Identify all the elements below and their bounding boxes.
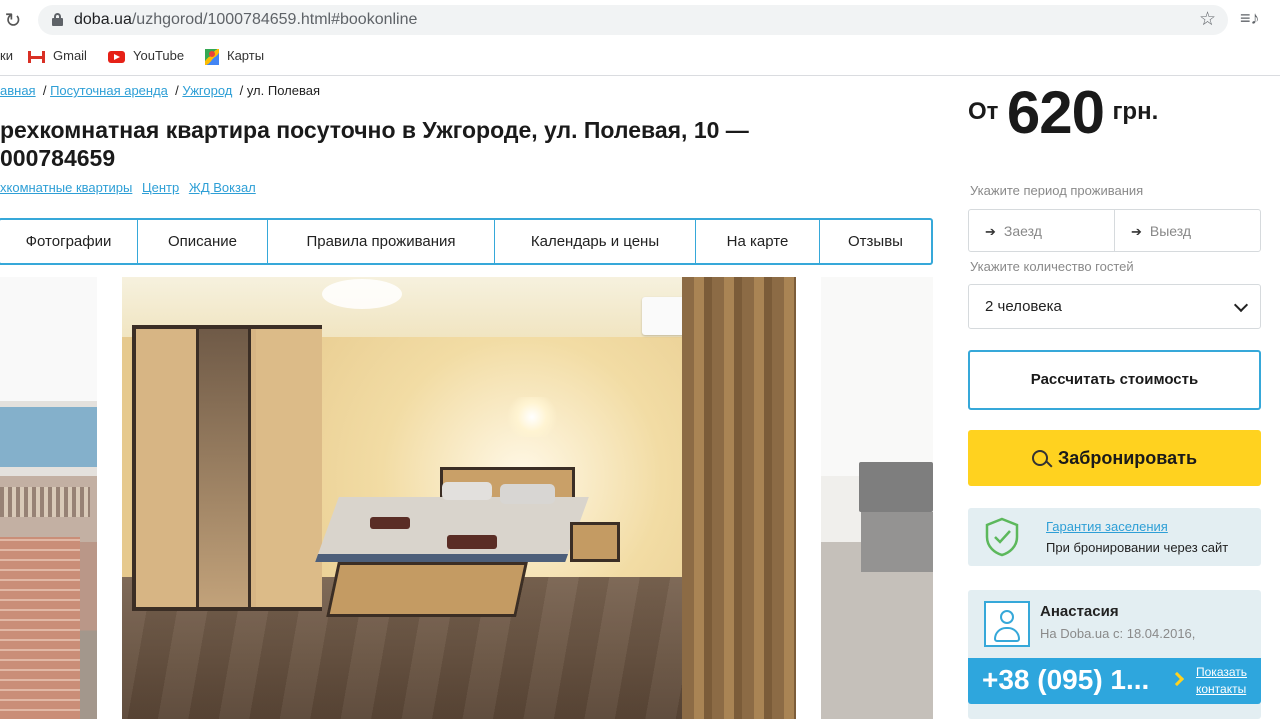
browser-toolbar: ↻ doba.ua/uzhgorod/1000784659.html#booko… <box>0 0 1280 40</box>
gmail-icon <box>28 50 45 63</box>
tab-photos[interactable]: Фотографии <box>0 220 138 263</box>
phone-bar[interactable]: +38 (095) 1... Показать контакты <box>968 658 1261 704</box>
tag-station[interactable]: ЖД Вокзал <box>189 180 256 195</box>
breadcrumb-city[interactable]: Ужгород <box>182 83 232 98</box>
checkout-field[interactable]: ➔ Выезд <box>1114 210 1260 251</box>
guarantee-subtitle: При бронировании через сайт <box>1046 540 1229 555</box>
photo-gallery <box>0 277 933 719</box>
shield-check-icon <box>985 517 1019 557</box>
url-text[interactable]: doba.ua/uzhgorod/1000784659.html#bookonl… <box>74 11 417 29</box>
book-button[interactable]: Забронировать <box>968 430 1261 486</box>
tab-reviews[interactable]: Отзывы <box>820 220 931 263</box>
photo-previous[interactable] <box>0 277 97 719</box>
date-range-picker: ➔ Заезд ➔ Выезд <box>968 209 1261 252</box>
host-name: Анастасия <box>1040 603 1119 620</box>
price-value: 620 <box>1006 79 1105 146</box>
guests-select[interactable]: 2 человека <box>968 284 1261 329</box>
tab-description[interactable]: Описание <box>138 220 268 263</box>
breadcrumb-current: ул. Полевая <box>246 83 320 98</box>
tag-rooms[interactable]: хкомнатные квартиры <box>0 180 132 195</box>
tag-center[interactable]: Центр <box>142 180 179 195</box>
bookmark-youtube[interactable]: YouTube <box>108 48 184 63</box>
price-display: От 620 грн. <box>968 79 1159 146</box>
listing-tabs: Фотографии Описание Правила проживания К… <box>0 218 933 265</box>
period-label: Укажите период проживания <box>970 183 1144 198</box>
checkin-field[interactable]: ➔ Заезд <box>969 210 1114 251</box>
calculate-cost-button[interactable]: Рассчитать стоимость <box>968 350 1261 410</box>
breadcrumb-daily-rent[interactable]: Посуточная аренда <box>50 83 168 98</box>
phone-number[interactable]: +38 (095) 1... <box>982 664 1149 696</box>
arrow-right-icon: ➔ <box>985 224 996 239</box>
guarantee-box: Гарантия заселения При бронировании чере… <box>968 508 1261 566</box>
arrow-right-icon: ➔ <box>1131 224 1142 239</box>
bookmark-partial[interactable]: ки <box>0 48 13 63</box>
breadcrumb: авная / Посуточная аренда / Ужгород / ул… <box>0 83 320 98</box>
maps-icon <box>205 48 219 65</box>
bookmarks-bar: ки Gmail YouTube Карты <box>0 40 1280 76</box>
search-key-icon <box>1031 450 1048 466</box>
chevron-right-icon <box>1169 671 1185 687</box>
avatar <box>984 601 1030 647</box>
address-bar[interactable]: doba.ua/uzhgorod/1000784659.html#bookonl… <box>38 5 1228 35</box>
youtube-icon <box>108 50 125 63</box>
tab-rules[interactable]: Правила проживания <box>268 220 495 263</box>
page-title: рехкомнатная квартира посуточно в Ужгоро… <box>0 117 749 171</box>
listing-tags: хкомнатные квартиры Центр ЖД Вокзал <box>0 180 262 195</box>
reload-icon[interactable]: ↻ <box>2 8 24 33</box>
show-contacts-link[interactable]: Показать контакты <box>1196 664 1247 698</box>
photo-main-bedroom[interactable] <box>122 277 796 719</box>
host-card: Анастасия На Doba.ua с: 18.04.2016, +38 … <box>968 590 1261 719</box>
tab-calendar[interactable]: Календарь и цены <box>495 220 696 263</box>
bookmark-maps[interactable]: Карты <box>205 48 264 65</box>
guests-label: Укажите количество гостей <box>970 259 1134 274</box>
media-control-icon[interactable]: ≡♪ <box>1240 8 1260 29</box>
bookmark-gmail[interactable]: Gmail <box>28 48 87 63</box>
tab-map[interactable]: На карте <box>696 220 820 263</box>
guarantee-link[interactable]: Гарантия заселения <box>1046 519 1168 534</box>
breadcrumb-home[interactable]: авная <box>0 83 36 98</box>
host-since: На Doba.ua с: 18.04.2016, <box>1040 626 1196 641</box>
photo-next[interactable] <box>821 277 933 719</box>
chevron-down-icon <box>1233 297 1249 313</box>
lock-icon <box>52 13 63 26</box>
star-icon[interactable]: ☆ <box>1199 8 1216 31</box>
